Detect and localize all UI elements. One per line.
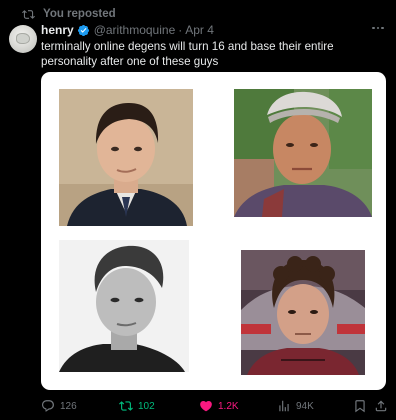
author-handle[interactable]: @arithmoquine [94, 23, 176, 37]
like-button[interactable]: 1.2K [199, 396, 239, 416]
reposted-indicator: You reposted [22, 7, 116, 21]
bookmark-button[interactable] [353, 396, 367, 416]
share-button[interactable] [374, 396, 388, 416]
tweet-timestamp[interactable]: Apr 4 [185, 23, 214, 37]
more-options-icon[interactable] [370, 22, 386, 34]
heart-filled-icon [200, 401, 212, 412]
reply-button[interactable]: 126 [41, 396, 77, 416]
views-count: 94K [296, 400, 314, 412]
photo-4[interactable] [241, 250, 365, 375]
media-grid[interactable] [41, 72, 386, 390]
tweet-header: henry @arithmoquine · Apr 4 [41, 22, 214, 38]
repost-icon [22, 9, 35, 19]
tweet-text: terminally online degens will turn 16 an… [41, 40, 334, 68]
like-count: 1.2K [218, 400, 239, 412]
reply-icon [42, 400, 54, 412]
reply-count: 126 [60, 400, 77, 412]
repost-count: 102 [138, 400, 155, 412]
views-button[interactable]: 94K [277, 396, 314, 416]
tweet-actions: 126 102 1.2K 94K [41, 396, 388, 416]
avatar[interactable] [9, 25, 37, 53]
share-icon [375, 400, 387, 412]
separator-dot: · [178, 23, 183, 37]
repost-icon [119, 401, 133, 411]
photo-3[interactable] [59, 240, 189, 372]
repost-button[interactable]: 102 [119, 396, 155, 416]
verified-badge-icon [77, 24, 89, 36]
photo-2[interactable] [234, 89, 372, 217]
photo-1[interactable] [59, 89, 193, 226]
reposted-label: You reposted [43, 8, 116, 20]
views-icon [279, 400, 289, 412]
author-name[interactable]: henry [41, 23, 74, 37]
bookmark-icon [355, 400, 365, 413]
